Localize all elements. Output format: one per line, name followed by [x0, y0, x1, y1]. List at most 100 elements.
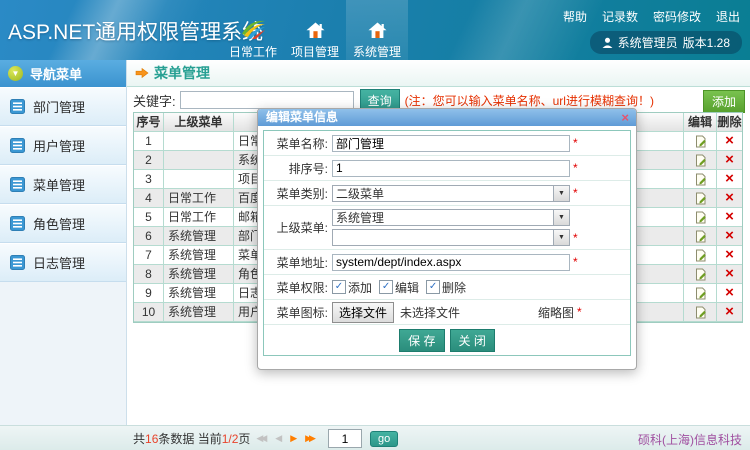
edit-icon[interactable] — [694, 268, 707, 281]
chevron-down-icon: ▼ — [553, 185, 569, 201]
cell-index: 3 — [134, 170, 164, 189]
edit-icon[interactable] — [694, 192, 707, 205]
go-button[interactable]: go — [369, 430, 399, 447]
permission-label: 编辑 — [395, 280, 420, 295]
delete-icon[interactable]: × — [725, 227, 734, 244]
file-status: 未选择文件 — [400, 305, 461, 320]
user-name: 系统管理员 — [617, 36, 678, 50]
sidebar-item-log[interactable]: 日志管理 — [0, 243, 126, 282]
last-page-icon[interactable]: ▶▶ — [303, 433, 318, 444]
sidebar-item-label: 日志管理 — [33, 255, 86, 271]
keyword-input[interactable] — [179, 91, 354, 109]
col-index[interactable]: 序号 — [134, 113, 164, 132]
sidebar-header[interactable]: ▼ 导航菜单 — [0, 60, 126, 87]
cell-edit — [684, 132, 717, 151]
cell-delete: × — [717, 151, 742, 170]
save-button[interactable]: 保 存 — [399, 328, 445, 352]
edit-icon[interactable] — [694, 135, 707, 148]
swoosh-logo-icon — [240, 17, 266, 39]
menu-list-icon — [10, 215, 25, 231]
cell-parent-menu — [164, 132, 234, 151]
delete-icon[interactable]: × — [725, 151, 734, 168]
dialog-buttons: 保 存 关 闭 — [264, 325, 630, 355]
sort-order-input[interactable] — [332, 159, 570, 177]
cell-index: 2 — [134, 151, 164, 170]
required-mark: * — [573, 186, 578, 200]
first-page-icon[interactable]: ◀◀ — [254, 433, 269, 444]
sidebar-item-label: 部门管理 — [33, 99, 86, 115]
delete-icon[interactable]: × — [725, 208, 734, 225]
user-pill[interactable]: 系统管理员 版本1.28 — [589, 31, 742, 54]
chevron-down-icon: ▼ — [553, 210, 569, 225]
dialog-titlebar: 编辑菜单信息 × — [258, 109, 636, 126]
cell-edit — [684, 151, 717, 170]
required-mark: * — [573, 161, 578, 175]
menu-url-label: 菜单地址: — [276, 255, 328, 270]
page-number-input[interactable] — [327, 429, 362, 448]
add-button[interactable]: 添加 — [702, 90, 745, 113]
sidebar-item-department[interactable]: 部门管理 — [0, 87, 126, 126]
checkbox-icon: ✓ — [426, 280, 441, 294]
permission-checkbox[interactable]: ✓ 编辑 — [379, 279, 419, 296]
prev-page-icon[interactable]: ◀ — [273, 433, 284, 444]
edit-icon[interactable] — [694, 249, 707, 262]
field-menu-name: 菜单名称: * — [264, 131, 630, 156]
menu-icon-label: 菜单图标: — [276, 305, 328, 320]
header-link[interactable]: 退出 — [716, 8, 740, 25]
header-link[interactable]: 密码修改 — [653, 8, 701, 25]
edit-icon[interactable] — [694, 230, 707, 243]
delete-icon[interactable]: × — [725, 246, 734, 263]
menu-name-input[interactable] — [332, 134, 570, 152]
cell-delete: × — [717, 208, 742, 227]
edit-icon[interactable] — [694, 287, 707, 300]
permission-checkbox[interactable]: ✓ 删除 — [426, 279, 466, 296]
cell-index: 10 — [134, 303, 164, 322]
delete-icon[interactable]: × — [725, 132, 734, 149]
sidebar-item-user[interactable]: 用户管理 — [0, 126, 126, 165]
cell-edit — [684, 284, 717, 303]
cell-delete: × — [717, 170, 742, 189]
cell-delete: × — [717, 189, 742, 208]
sidebar-item-role[interactable]: 角色管理 — [0, 204, 126, 243]
sidebar-item-label: 菜单管理 — [33, 177, 86, 193]
app: ASP.NET通用权限管理系统 帮助 记录数 密码修改 退出 日常工作 项目管理… — [0, 0, 750, 450]
tab-daily-work[interactable]: 日常工作 — [222, 0, 284, 60]
header-link[interactable]: 帮助 — [563, 8, 587, 25]
tab-system-management[interactable]: 系统管理 — [346, 0, 408, 60]
tab-label: 日常工作 — [228, 45, 277, 59]
sidebar-item-menu[interactable]: 菜单管理 — [0, 165, 126, 204]
delete-icon[interactable]: × — [725, 303, 734, 320]
cell-parent-menu: 系统管理 — [164, 265, 234, 284]
delete-icon[interactable]: × — [725, 284, 734, 301]
cell-delete: × — [717, 246, 742, 265]
parent-submenu-select[interactable]: ▼ — [332, 229, 570, 246]
next-page-icon[interactable]: ▶ — [288, 433, 299, 444]
edit-icon[interactable] — [694, 173, 707, 186]
cell-delete: × — [717, 132, 742, 151]
cell-parent-menu: 系统管理 — [164, 246, 234, 265]
menu-url-input[interactable] — [332, 253, 570, 271]
cell-parent-menu: 日常工作 — [164, 208, 234, 227]
edit-icon[interactable] — [694, 211, 707, 224]
permission-checkbox[interactable]: ✓ 添加 — [332, 279, 372, 296]
close-icon[interactable]: × — [621, 109, 629, 126]
parent-menu-select[interactable]: 系统管理 ▼ — [332, 209, 570, 226]
header-link[interactable]: 记录数 — [602, 8, 638, 25]
edit-icon[interactable] — [694, 306, 707, 319]
cell-index: 9 — [134, 284, 164, 303]
dialog-close-button[interactable]: 关 闭 — [449, 328, 495, 352]
cell-delete: × — [717, 227, 742, 246]
menu-category-select[interactable]: 二级菜单 ▼ — [332, 184, 570, 202]
col-parent-menu[interactable]: 上级菜单 — [164, 113, 234, 132]
required-mark: * — [573, 255, 578, 269]
delete-icon[interactable]: × — [725, 265, 734, 282]
delete-icon[interactable]: × — [725, 170, 734, 187]
choose-file-button[interactable]: 选择文件 — [332, 301, 395, 323]
delete-icon[interactable]: × — [725, 189, 734, 206]
cell-parent-menu: 系统管理 — [164, 303, 234, 322]
cell-parent-menu: 系统管理 — [164, 227, 234, 246]
tab-project-management[interactable]: 项目管理 — [284, 0, 346, 60]
edit-icon[interactable] — [694, 154, 707, 167]
cell-edit — [684, 227, 717, 246]
header: ASP.NET通用权限管理系统 帮助 记录数 密码修改 退出 日常工作 项目管理… — [0, 0, 750, 60]
